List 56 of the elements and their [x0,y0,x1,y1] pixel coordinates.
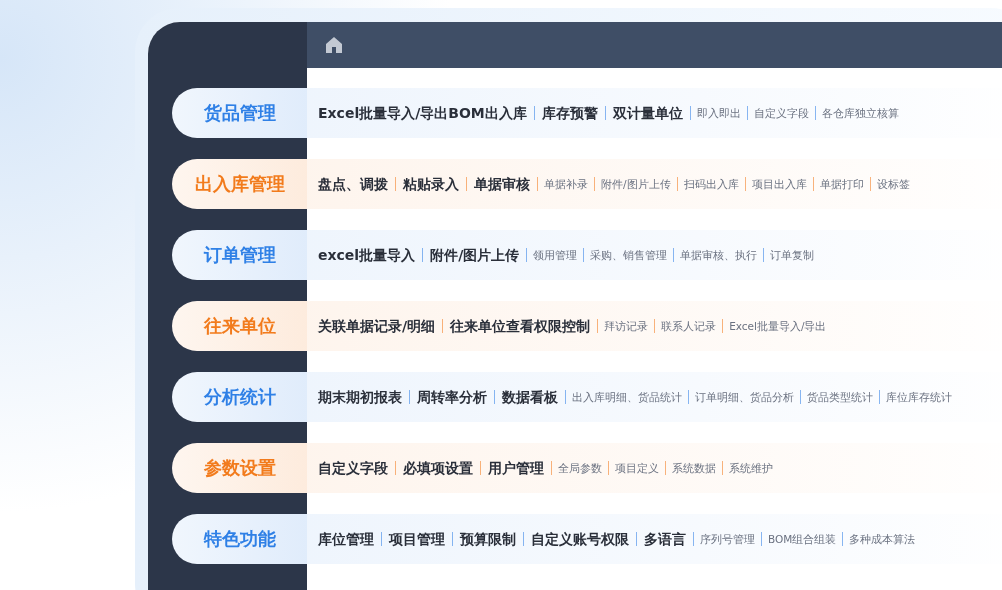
feature-text: 库位库存统计 [879,390,958,404]
category-label: 订单管理 [172,230,307,280]
category-label: 往来单位 [172,301,307,351]
category-label: 货品管理 [172,88,307,138]
feature-text: excel批量导入 [317,248,417,262]
feature-text: 联系人记录 [654,319,723,333]
feature-text: 双计量单位 [604,106,690,120]
feature-text: 订单复制 [763,248,821,262]
category-label: 出入库管理 [172,159,307,209]
feature-text: 扫码出入库 [676,177,745,191]
feature-text: 多语言 [636,532,693,546]
feature-text: 预算限制 [452,532,523,546]
feature-text: 序列号管理 [693,532,761,546]
feature-text: 全局参数 [551,461,608,475]
feature-text: 系统维护 [722,461,779,475]
feature-text: 盘点、调拨 [317,177,389,191]
feature-text: 订单明细、货品分析 [688,390,800,404]
feature-text: 多种成本算法 [842,532,922,546]
feature-text: 单据审核、执行 [673,248,764,262]
feature-text: 领用管理 [526,248,584,262]
feature-text: 往来单位查看权限控制 [442,319,598,333]
category-label: 特色功能 [172,514,307,564]
feature-text: 项目管理 [381,532,452,546]
feature-text: 库存预警 [533,106,605,120]
feature-text: 关联单据记录/明细 [317,319,437,333]
feature-text: Excel批量导入/导出BOM出入库 [317,106,528,120]
feature-text: 拜访记录 [597,319,655,333]
feature-text: 附件/图片上传 [422,248,527,262]
feature-text: 货品类型统计 [800,390,879,404]
category-label: 参数设置 [172,443,307,493]
feature-text: 项目定义 [608,461,665,475]
feature-text: 自定义字段 [317,461,389,475]
feature-text: 系统数据 [665,461,722,475]
home-icon[interactable] [325,36,343,54]
feature-text: 自定义字段 [746,106,815,120]
feature-text: 粘贴录入 [395,177,466,191]
feature-text: 周转率分析 [409,390,494,404]
feature-text: 附件/图片上传 [594,177,677,191]
feature-text: 用户管理 [480,461,551,475]
feature-text: 即入即出 [689,106,747,120]
feature-text: 出入库明细、货品统计 [565,390,688,404]
feature-text: 必填项设置 [395,461,480,475]
feature-text: Excel批量导入/导出 [722,319,833,333]
feature-text: 期末期初报表 [317,390,403,404]
feature-text: 项目出入库 [744,177,813,191]
feature-text: 采购、销售管理 [583,248,674,262]
feature-text: 库位管理 [317,532,375,546]
feature-text: 自定义账号权限 [523,532,636,546]
feature-text: BOM组合组装 [761,532,843,546]
feature-text: 各仓库独立核算 [814,106,905,120]
category-label: 分析统计 [172,372,307,422]
feature-text: 设标签 [869,177,916,191]
feature-text: 单据补录 [537,177,594,191]
feature-text: 数据看板 [494,390,565,404]
feature-text: 单据审核 [466,177,537,191]
feature-text: 单据打印 [812,177,870,191]
